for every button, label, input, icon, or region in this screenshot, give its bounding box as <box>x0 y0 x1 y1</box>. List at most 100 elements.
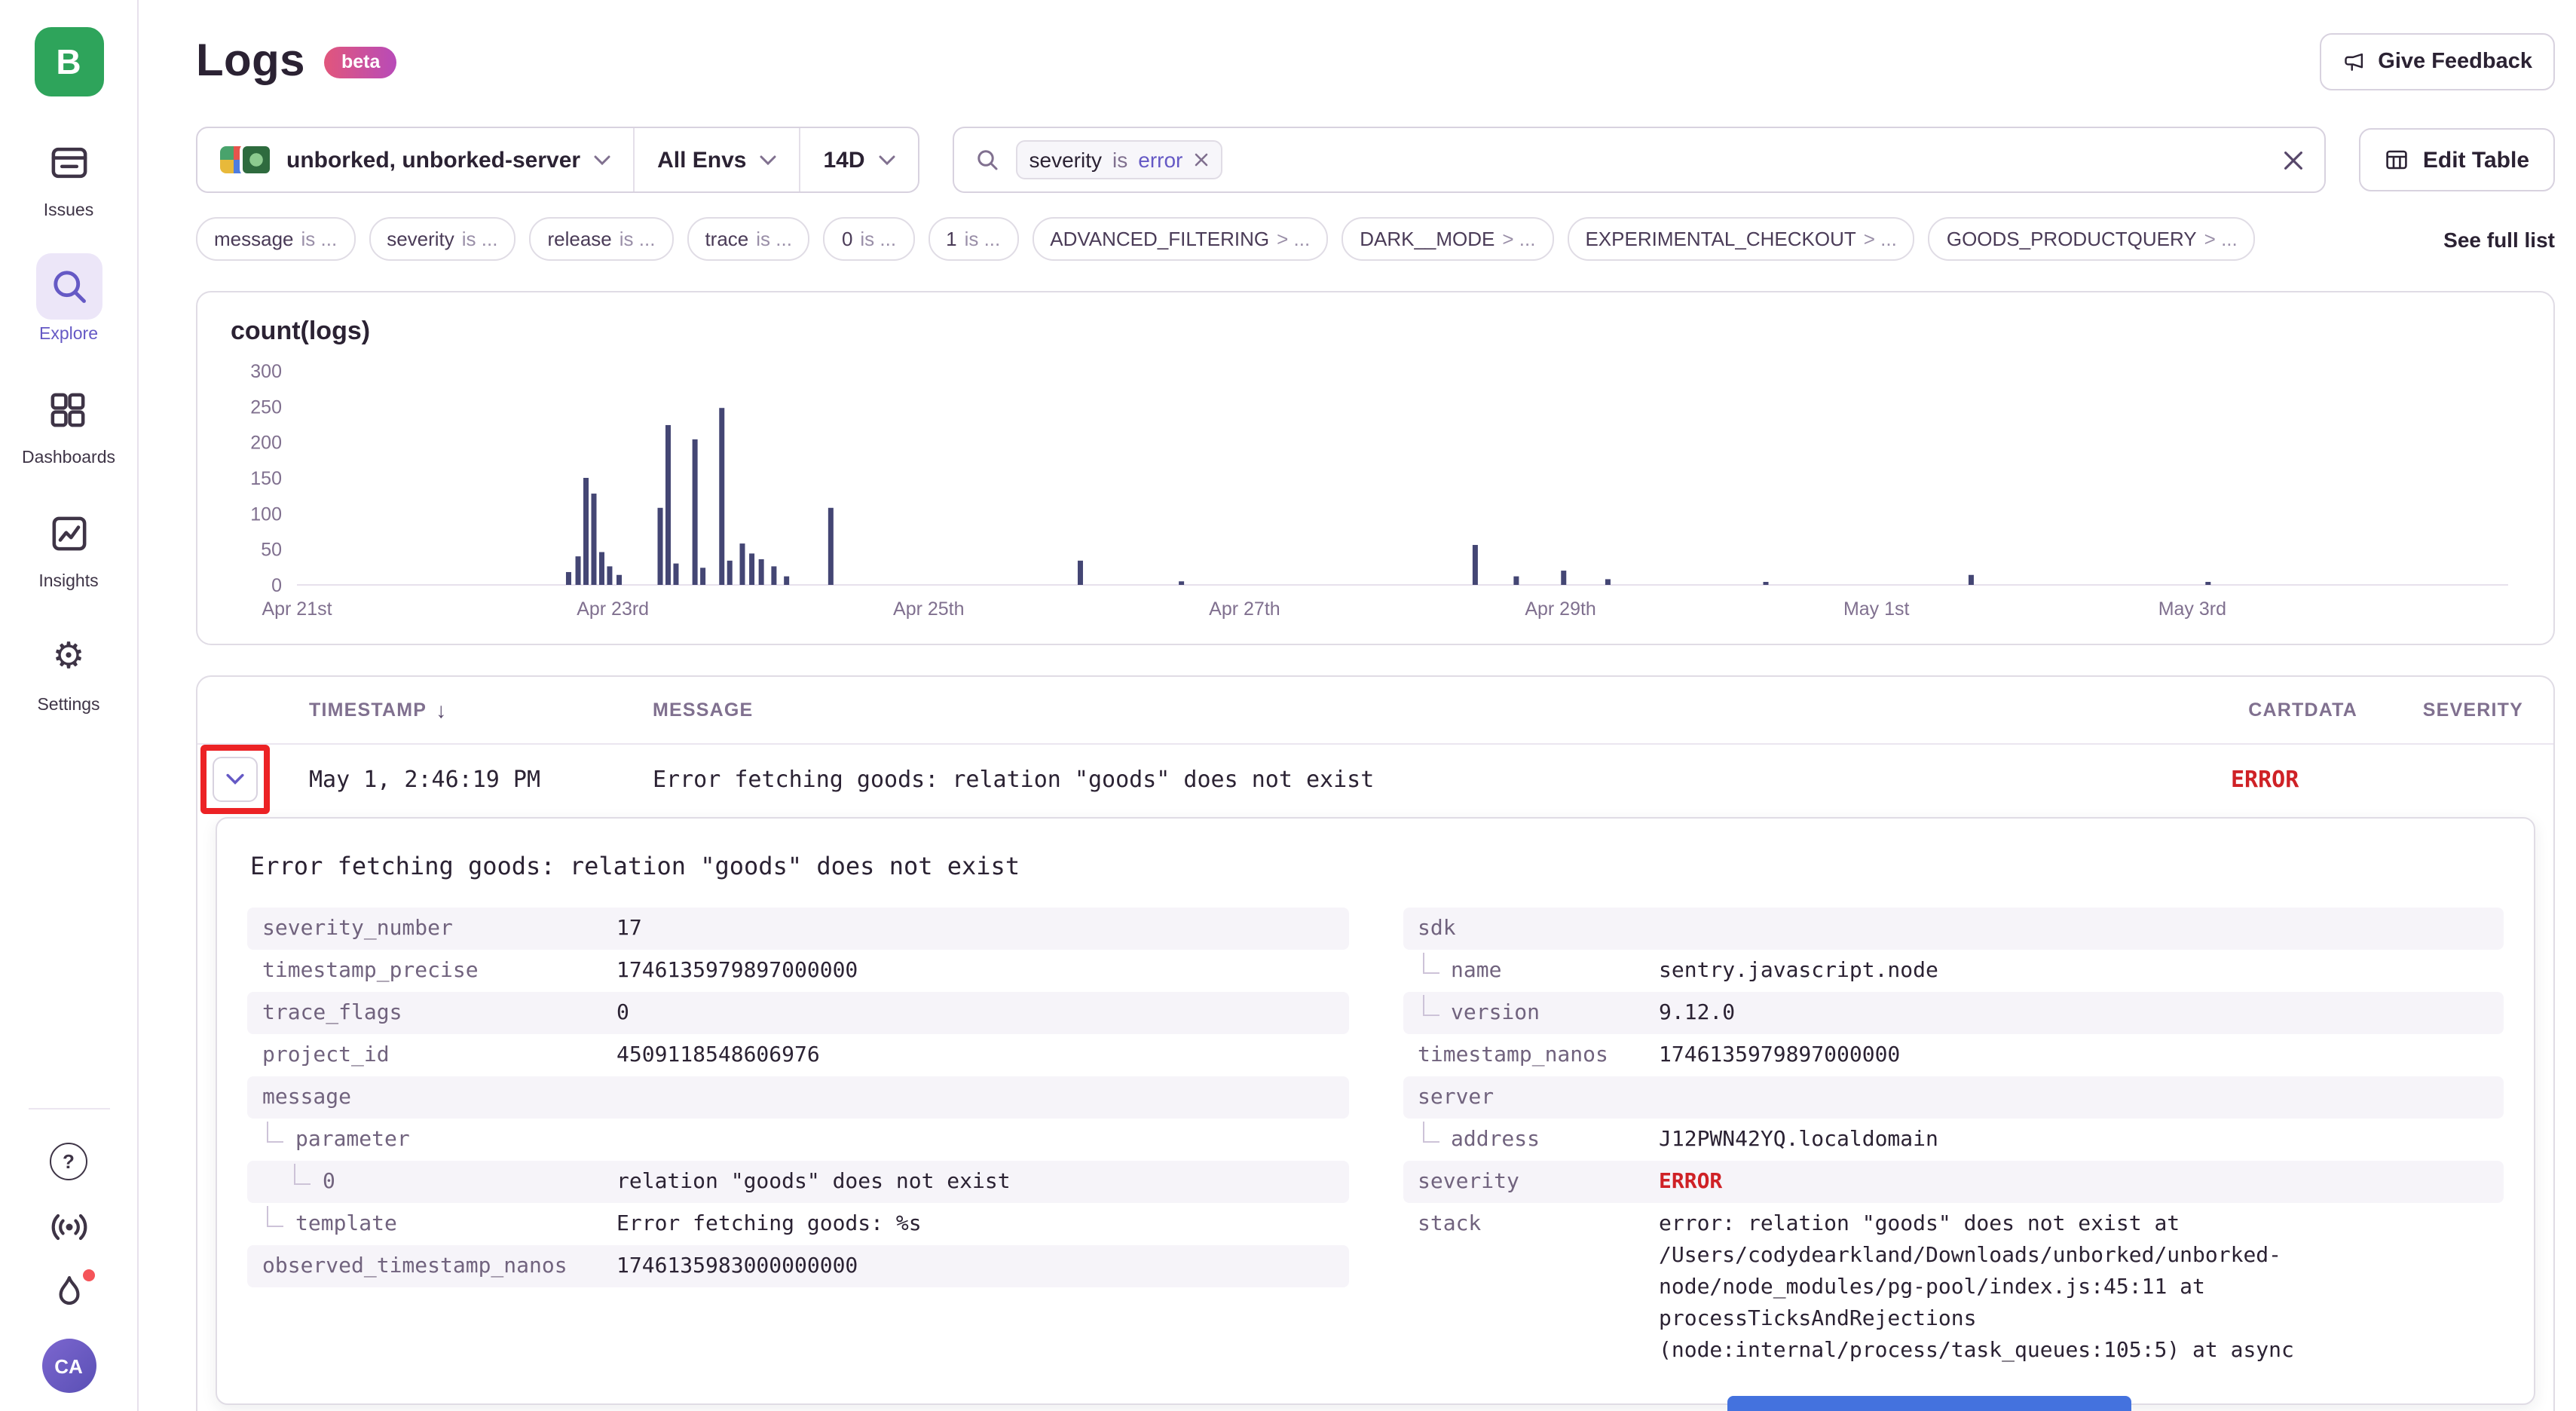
search-input[interactable]: severity is error <box>953 127 2327 193</box>
filter-chip[interactable]: DARK__MODE> ... <box>1342 217 1553 261</box>
attribute-value: sentry.javascript.node <box>1659 956 1938 986</box>
detail-attribute-row: timestamp_precise1746135979897000000 <box>247 950 1348 992</box>
svg-text:May 1st: May 1st <box>1843 598 1910 620</box>
svg-text:250: 250 <box>250 396 282 418</box>
notification-dot <box>82 1269 94 1281</box>
detail-attribute-row: project_id4509118548606976 <box>247 1034 1348 1076</box>
filter-chip[interactable]: traceis ... <box>687 217 810 261</box>
sidebar-item-explore[interactable]: Explore <box>35 253 102 344</box>
logs-bar-chart[interactable]: 050100150200250300Apr 21stApr 23rdApr 25… <box>228 356 2523 627</box>
attribute-key: severity <box>1418 1167 1659 1197</box>
page-header: Logs beta Give Feedback <box>196 33 2555 90</box>
attribute-key: severity_number <box>262 914 616 944</box>
svg-text:0: 0 <box>271 575 282 596</box>
filter-chip[interactable]: GOODS_PRODUCTQUERY> ... <box>1929 217 2256 261</box>
beta-badge: beta <box>325 46 396 78</box>
attribute-key: observed_timestamp_nanos <box>262 1251 616 1281</box>
attribute-value: 17 <box>616 914 642 944</box>
filter-chip[interactable]: releaseis ... <box>529 217 673 261</box>
token-value: error <box>1138 148 1182 172</box>
column-header-timestamp[interactable]: TIMESTAMP ↓ <box>309 698 653 722</box>
log-detail-title: Error fetching goods: relation "goods" d… <box>250 852 2504 880</box>
attribute-key: address <box>1418 1125 1659 1155</box>
megaphone-icon <box>2342 51 2364 73</box>
attribute-key: message <box>262 1082 616 1113</box>
attribute-key: 0 <box>262 1167 616 1197</box>
filter-chip[interactable]: 1is ... <box>928 217 1018 261</box>
svg-text:300: 300 <box>250 361 282 382</box>
tree-connector <box>1422 1122 1439 1143</box>
tree-connector <box>1422 953 1439 974</box>
org-logo[interactable]: B <box>34 27 103 96</box>
edit-table-button[interactable]: Edit Table <box>2360 128 2555 191</box>
chip-rest: is ... <box>965 228 1001 250</box>
detail-attribute-row: timestamp_nanos1746135979897000000 <box>1403 1034 2504 1076</box>
whats-new-flame-icon[interactable] <box>50 1274 87 1310</box>
sidebar-item-issues[interactable]: Issues <box>35 130 102 220</box>
logs-table-header: TIMESTAMP ↓ MESSAGE CARTDATA SEVERITY <box>197 677 2553 743</box>
search-token[interactable]: severity is error <box>1016 140 1222 179</box>
sidebar-item-label: Settings <box>37 696 99 715</box>
help-icon[interactable]: ? <box>50 1143 87 1180</box>
svg-text:May 3rd: May 3rd <box>2158 598 2226 620</box>
detail-attribute-row: version9.12.0 <box>1403 992 2504 1034</box>
attributes-column-left: severity_number17 timestamp_precise174613… <box>247 908 1348 1287</box>
broadcast-icon[interactable] <box>50 1209 87 1245</box>
filter-chip[interactable]: EXPERIMENTAL_CHECKOUT> ... <box>1567 217 1914 261</box>
log-detail-attributes: severity_number17 timestamp_precise174613… <box>247 908 2504 1373</box>
svg-text:150: 150 <box>250 468 282 489</box>
sidebar-item-label: Insights <box>38 573 98 591</box>
svg-text:100: 100 <box>250 503 282 525</box>
page-title: Logs <box>196 36 305 87</box>
project-icon-unborked-server <box>240 143 273 176</box>
chip-key: message <box>214 228 294 250</box>
token-remove-icon[interactable] <box>1193 152 1208 167</box>
org-logo-letter: B <box>56 41 81 82</box>
column-header-cartdata[interactable]: CARTDATA <box>2131 699 2357 721</box>
page-filter-bar: unborked, unborked-server All Envs 14D <box>196 127 919 193</box>
sidebar-item-dashboards[interactable]: Dashboards <box>22 377 115 467</box>
sidebar-item-insights[interactable]: Insights <box>35 500 102 591</box>
insights-chart-icon <box>35 500 102 567</box>
chevron-down-icon <box>760 155 776 165</box>
see-full-list-button[interactable]: See full list <box>2437 227 2555 251</box>
table-icon <box>2385 148 2409 172</box>
expand-row-button[interactable] <box>213 757 258 802</box>
sidebar-item-settings[interactable]: ⚙ Settings <box>35 624 102 715</box>
give-feedback-button[interactable]: Give Feedback <box>2319 33 2555 90</box>
user-avatar[interactable]: CA <box>41 1339 96 1393</box>
message-cell: Error fetching goods: relation "goods" d… <box>653 766 2131 793</box>
environment-selector[interactable]: All Envs <box>633 128 799 191</box>
token-key: severity <box>1029 148 1102 172</box>
attribute-key: template <box>262 1209 616 1239</box>
search-icon <box>975 148 999 172</box>
log-table-row[interactable]: May 1, 2:46:19 PM Error fetching goods: … <box>197 743 2553 814</box>
filter-chip[interactable]: 0is ... <box>824 217 914 261</box>
svg-text:Apr 27th: Apr 27th <box>1209 598 1280 620</box>
filter-chips-row: messageis ...severityis ...releaseis ...… <box>196 217 2555 261</box>
attribute-value: 0 <box>616 998 629 1028</box>
filter-chip[interactable]: ADVANCED_FILTERING> ... <box>1032 217 1328 261</box>
attribute-value: ERROR <box>1659 1167 1722 1197</box>
avatar-initials: CA <box>54 1354 83 1377</box>
explore-search-icon <box>35 253 102 320</box>
dashboards-icon <box>35 377 102 443</box>
column-header-message[interactable]: MESSAGE <box>653 699 2131 721</box>
date-range-selector[interactable]: 14D <box>799 128 917 191</box>
attribute-value: 1746135983000000000 <box>616 1251 858 1281</box>
app-root: B Issues Explore <box>0 0 2576 1411</box>
detail-attribute-row: trace_flags0 <box>247 992 1348 1034</box>
svg-text:200: 200 <box>250 433 282 454</box>
column-header-severity[interactable]: SEVERITY <box>2357 699 2523 721</box>
sidebar-divider <box>28 1108 109 1110</box>
search-clear-icon[interactable] <box>2284 150 2304 170</box>
chevron-down-icon <box>879 155 895 165</box>
filter-chip[interactable]: severityis ... <box>369 217 516 261</box>
chip-key: 0 <box>842 228 852 250</box>
chip-key: GOODS_PRODUCTQUERY <box>1947 228 2197 250</box>
project-selector[interactable]: unborked, unborked-server <box>197 128 633 191</box>
detail-attribute-row: addressJ12PWN42YQ.localdomain <box>1403 1119 2504 1161</box>
filter-chip[interactable]: messageis ... <box>196 217 355 261</box>
tree-connector <box>294 1164 311 1185</box>
sidebar-item-label: Explore <box>39 326 98 344</box>
